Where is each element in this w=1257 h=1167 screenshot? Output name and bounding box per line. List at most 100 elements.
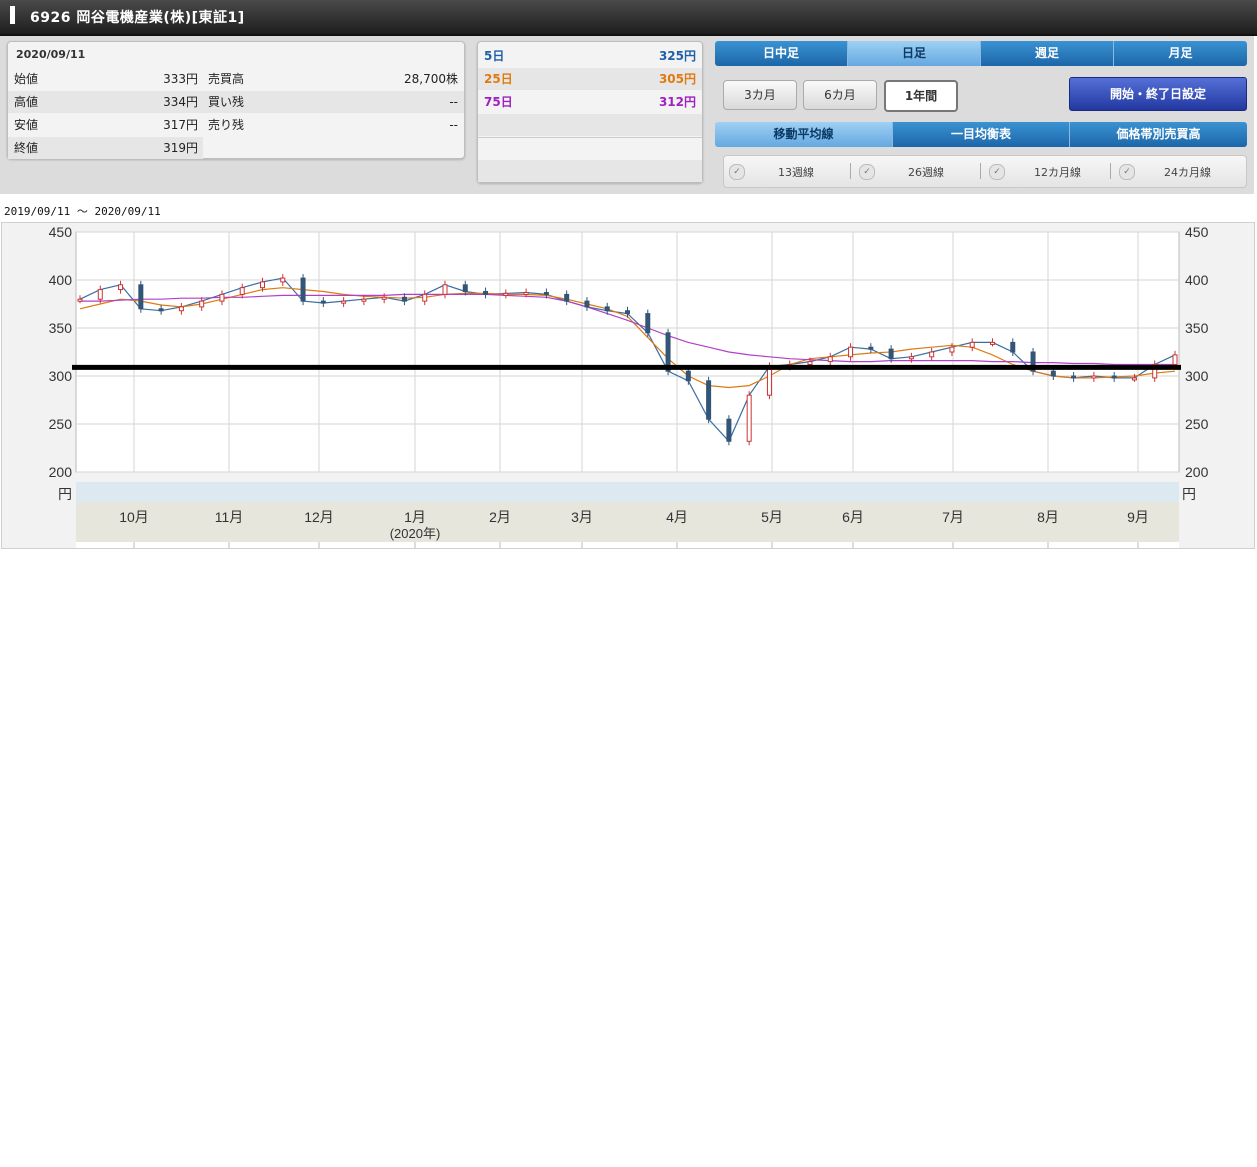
check-icon[interactable]: ✓ bbox=[859, 164, 875, 180]
tab-volume-by-price[interactable]: 価格帯別売買高 bbox=[1070, 122, 1247, 147]
candle-body bbox=[442, 284, 448, 295]
candle-body bbox=[685, 370, 691, 382]
y-tick-label-left: 450 bbox=[49, 224, 73, 240]
divider bbox=[980, 163, 981, 179]
candle-body bbox=[1091, 375, 1097, 379]
candle-body bbox=[868, 346, 874, 350]
candle-body bbox=[320, 300, 326, 304]
check-icon[interactable]: ✓ bbox=[989, 164, 1005, 180]
tab-weekly[interactable]: 週足 bbox=[981, 41, 1114, 66]
range-3-months-button[interactable]: 3カ月 bbox=[723, 80, 797, 110]
candle-body bbox=[969, 341, 975, 348]
date-range-label: 2019/09/11 〜 2020/09/11 bbox=[4, 205, 161, 218]
month-label: 8月 bbox=[1037, 509, 1059, 525]
candle-body bbox=[341, 300, 347, 304]
ma-row-75: 75日 312円 bbox=[478, 91, 702, 113]
quote-row: 高値 334円 買い残 -- bbox=[8, 91, 464, 113]
ma-option-26w[interactable]: 26週線 bbox=[908, 164, 944, 180]
month-label: 1月 bbox=[404, 509, 426, 525]
ma-option-12m[interactable]: 12カ月線 bbox=[1034, 164, 1081, 180]
quote-value-margin-sell: -- bbox=[449, 118, 458, 132]
candle-body bbox=[199, 300, 205, 308]
candle-body bbox=[300, 277, 306, 302]
period-tabs: 日中足 日足 週足 月足 bbox=[715, 41, 1247, 66]
ma-value-25: 305円 bbox=[658, 72, 696, 86]
candle-body bbox=[746, 394, 752, 442]
ma-row-5: 5日 325円 bbox=[478, 45, 702, 67]
candle-body bbox=[483, 291, 489, 295]
check-icon[interactable]: ✓ bbox=[1119, 164, 1135, 180]
month-label: 2月 bbox=[489, 509, 511, 525]
unit-label-left: 円 bbox=[58, 486, 72, 502]
ma-row-25: 25日 305円 bbox=[478, 68, 702, 90]
y-tick-label-left: 400 bbox=[49, 272, 73, 288]
quote-label-open: 始値 bbox=[14, 72, 39, 86]
tab-daily[interactable]: 日足 bbox=[848, 41, 981, 66]
candle-body bbox=[584, 300, 590, 308]
tab-intraday[interactable]: 日中足 bbox=[715, 41, 848, 66]
candle-body bbox=[949, 346, 955, 353]
y-tick-label-right: 350 bbox=[1185, 320, 1209, 336]
y-tick-label-right: 250 bbox=[1185, 416, 1209, 432]
quote-label-close: 終値 bbox=[14, 141, 39, 155]
date-setting-button[interactable]: 開始・終了日設定 bbox=[1069, 77, 1247, 111]
year-label: (2020年) bbox=[390, 526, 441, 541]
month-label: 5月 bbox=[761, 509, 783, 525]
candle-body bbox=[1131, 377, 1137, 381]
candle-body bbox=[280, 277, 286, 283]
ma-label-25: 25日 bbox=[484, 72, 513, 86]
candle-body bbox=[401, 296, 407, 302]
quote-label-low: 安値 bbox=[14, 118, 39, 132]
candle-body bbox=[118, 284, 124, 291]
quote-label-volume: 売買高 bbox=[208, 72, 245, 86]
candle-body bbox=[564, 293, 570, 302]
candle-body bbox=[97, 289, 103, 300]
page-title: 6926 岡谷電機産業(株)[東証1] bbox=[30, 10, 245, 26]
quote-row: 終値 319円 bbox=[8, 137, 203, 159]
candle-body bbox=[929, 351, 935, 358]
y-tick-label-right: 450 bbox=[1185, 224, 1209, 240]
y-tick-label-right: 400 bbox=[1185, 272, 1209, 288]
ma-option-13w[interactable]: 13週線 bbox=[778, 164, 814, 180]
y-tick-label-left: 350 bbox=[49, 320, 73, 336]
range-6-months-button[interactable]: 6カ月 bbox=[803, 80, 877, 110]
y-tick-label-left: 300 bbox=[49, 368, 73, 384]
quote-label-high: 高値 bbox=[14, 95, 39, 109]
candle-body bbox=[645, 313, 651, 334]
month-label: 4月 bbox=[666, 509, 688, 525]
candle-body bbox=[543, 291, 549, 295]
candle-body bbox=[1172, 354, 1178, 365]
quote-row: 安値 317円 売り残 -- bbox=[8, 114, 464, 136]
tab-ichimoku[interactable]: 一目均衡表 bbox=[893, 122, 1070, 147]
candle-body bbox=[848, 346, 854, 358]
quote-date: 2020/09/11 bbox=[16, 48, 86, 61]
ma-value-75: 312円 bbox=[658, 95, 696, 109]
candle-body bbox=[361, 298, 367, 302]
candle-body bbox=[158, 308, 164, 312]
candle-body bbox=[1050, 370, 1056, 377]
quote-value-high: 334円 bbox=[163, 95, 198, 109]
check-icon[interactable]: ✓ bbox=[729, 164, 745, 180]
month-label: 3月 bbox=[571, 509, 593, 525]
lower-panel-edge bbox=[76, 542, 1179, 548]
candle-body bbox=[503, 292, 509, 296]
quote-value-open: 333円 bbox=[163, 72, 198, 86]
month-label: 6月 bbox=[842, 509, 864, 525]
candle-body bbox=[888, 348, 894, 360]
ma-options-bar: ✓ 13週線 ✓ 26週線 ✓ 12カ月線 ✓ 24カ月線 bbox=[723, 155, 1247, 188]
ma-option-24m[interactable]: 24カ月線 bbox=[1164, 164, 1211, 180]
quote-card: 2020/09/11 始値 333円 売買高 28,700株 高値 334円 買… bbox=[7, 41, 465, 159]
candle-body bbox=[908, 356, 914, 360]
candle-body bbox=[178, 306, 184, 312]
ma-row-empty bbox=[478, 137, 702, 160]
unit-band bbox=[76, 482, 1179, 502]
tab-moving-average[interactable]: 移動平均線 bbox=[715, 122, 893, 147]
range-1-year-button[interactable]: 1年間 bbox=[884, 80, 958, 112]
tab-monthly[interactable]: 月足 bbox=[1114, 41, 1247, 66]
candle-body bbox=[523, 291, 529, 295]
quote-label-margin-buy: 買い残 bbox=[208, 95, 245, 109]
candle-body bbox=[1111, 375, 1117, 379]
title-bar: 6926 岡谷電機産業(株)[東証1] bbox=[0, 0, 1257, 36]
candle-body bbox=[381, 296, 387, 300]
candle-body bbox=[239, 287, 245, 295]
